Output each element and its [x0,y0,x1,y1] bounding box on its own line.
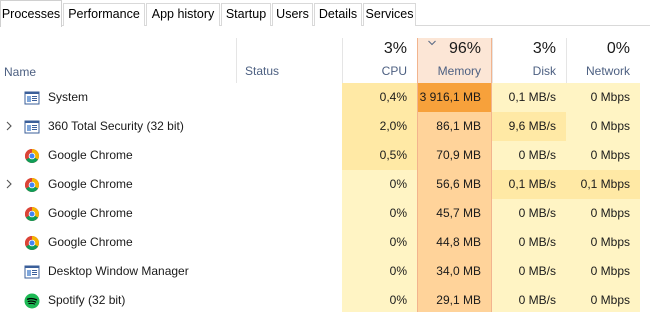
disk-value: 0 MB/s [492,199,566,228]
process-name: Google Chrome [48,235,133,249]
chrome-icon [25,207,39,221]
network-value: 0 Mbps [566,199,640,228]
disk-value: 0 MB/s [492,141,566,170]
tab-processes[interactable]: Processes [0,0,62,27]
process-row[interactable]: Spotify (32 bit) 0% 29,1 MB 0 MB/s 0 Mbp… [0,286,650,312]
tab-services[interactable]: Services [363,3,416,26]
process-row[interactable]: Desktop Window Manager 0% 34,0 MB 0 MB/s… [0,257,650,286]
cpu-value: 0% [342,286,417,312]
process-row[interactable]: Google Chrome 0% 44,8 MB 0 MB/s 0 Mbps [0,228,650,257]
process-name: 360 Total Security (32 bit) [48,119,184,133]
tab-bar: Processes Performance App history Startu… [0,0,650,27]
memory-value: 3 916,1 MB [417,83,492,112]
process-row[interactable]: Google Chrome 0% 45,7 MB 0 MB/s 0 Mbps [0,199,650,228]
memory-value: 56,6 MB [417,170,492,199]
memory-percent: 96% [448,40,481,57]
cpu-value: 2,0% [342,112,417,141]
cpu-value: 0% [342,170,417,199]
process-row[interactable]: Google Chrome 0,5% 70,9 MB 0 MB/s 0 Mbps [0,141,650,170]
memory-value: 86,1 MB [417,112,492,141]
network-percent: 0% [606,40,630,57]
process-row[interactable]: System 0,4% 3 916,1 MB 0,1 MB/s 0 Mbps [0,83,650,112]
disk-value: 0,1 MB/s [492,170,566,199]
window-icon [24,91,40,105]
chrome-icon [25,236,39,250]
cpu-value: 0,4% [342,83,417,112]
process-name: Google Chrome [48,206,133,220]
header-status-label: Status [245,64,280,78]
disk-value: 0 MB/s [492,286,566,312]
network-value: 0 Mbps [566,141,640,170]
spotify-icon [24,293,40,309]
disk-value: 0 MB/s [492,228,566,257]
tab-performance[interactable]: Performance [63,3,145,26]
process-list: System 0,4% 3 916,1 MB 0,1 MB/s 0 Mbps 3… [0,83,650,312]
disk-value: 0 MB/s [492,257,566,286]
chevron-right-icon[interactable] [4,121,14,131]
header-memory[interactable]: 96% Memory [417,38,492,83]
process-name: Google Chrome [48,177,133,191]
header-status[interactable]: Status [236,38,342,83]
disk-label: Disk [532,64,556,78]
disk-value: 9,6 MB/s [492,112,566,141]
process-name: Desktop Window Manager [48,264,189,278]
sort-down-icon [428,40,436,46]
memory-value: 34,0 MB [417,257,492,286]
memory-value: 70,9 MB [417,141,492,170]
memory-label: Memory [437,64,481,78]
header-network[interactable]: 0% Network [566,38,640,83]
tab-app-history[interactable]: App history [146,3,220,26]
process-name: Spotify (32 bit) [48,293,126,307]
header-cpu[interactable]: 3% CPU [342,38,417,83]
process-name: System [48,90,89,104]
memory-value: 45,7 MB [417,199,492,228]
chevron-right-icon[interactable] [4,179,14,189]
memory-value: 29,1 MB [417,286,492,312]
header-disk[interactable]: 3% Disk [492,38,566,83]
process-row[interactable]: Google Chrome 0% 56,6 MB 0,1 MB/s 0,1 Mb… [0,170,650,199]
cpu-value: 0% [342,228,417,257]
header-name[interactable]: Name [4,65,36,79]
cpu-label: CPU [381,64,407,78]
network-label: Network [585,64,630,78]
network-value: 0 Mbps [566,228,640,257]
tab-details[interactable]: Details [314,3,362,26]
window-icon [24,120,40,134]
cpu-value: 0,5% [342,141,417,170]
memory-value: 44,8 MB [417,228,492,257]
network-value: 0 Mbps [566,286,640,312]
column-header: Name Status 3% CPU 96% Memory 3% Disk 0%… [0,27,650,83]
chrome-icon [25,149,39,163]
cpu-value: 0% [342,257,417,286]
network-value: 0 Mbps [566,257,640,286]
network-value: 0 Mbps [566,112,640,141]
disk-percent: 3% [532,40,556,57]
tab-startup[interactable]: Startup [221,3,271,26]
process-name: Google Chrome [48,148,133,162]
tab-users[interactable]: Users [272,3,313,26]
chrome-icon [25,178,39,192]
window-icon [24,265,40,279]
process-row[interactable]: 360 Total Security (32 bit) 2,0% 86,1 MB… [0,112,650,141]
cpu-percent: 3% [383,40,407,57]
cpu-value: 0% [342,199,417,228]
network-value: 0,1 Mbps [566,170,640,199]
network-value: 0 Mbps [566,83,640,112]
disk-value: 0,1 MB/s [492,83,566,112]
